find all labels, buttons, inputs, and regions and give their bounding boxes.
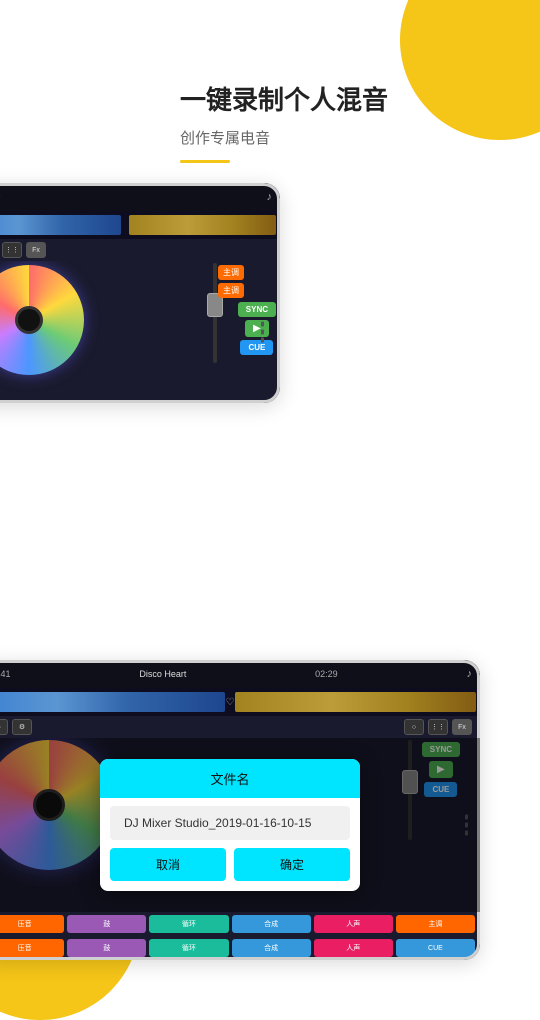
tablet-2-btn-xunhuan2[interactable]: 循环 xyxy=(149,939,228,957)
title-underline xyxy=(180,160,230,163)
tablet-2-time-right: 02:29 xyxy=(315,669,338,679)
dialog-confirm-btn[interactable]: 确定 xyxy=(234,848,350,881)
tablet-1-topbar: 02:29 ♪ xyxy=(0,183,280,211)
tablet-2-btn-gu2[interactable]: 鼓 xyxy=(67,939,146,957)
tablet-1-music-icon: ♪ xyxy=(267,191,273,203)
tablet-2-btn-gu[interactable]: 鼓 xyxy=(67,915,146,933)
tablet-2-controls: ◇ ⚙ ○ ⋮⋮ Fx xyxy=(0,716,480,738)
tablet-1-time: 02:29 xyxy=(0,192,1,202)
tablets-container: 02:29 ♪ ○ ⋮⋮ Fx xyxy=(0,183,540,960)
tablet-2-waveform: ♡ xyxy=(0,688,480,716)
tablet-1-main-area: 主调 主调 SYNC ▶ CUE xyxy=(0,261,280,403)
tablet-1-turntable[interactable] xyxy=(0,265,84,375)
tablet-1-turntable-center xyxy=(15,306,43,334)
tablet-1-controls: ○ ⋮⋮ Fx xyxy=(0,239,280,261)
page-content: 一键录制个人混音 创作专属电音 02:29 ♪ xyxy=(0,0,540,960)
tablet-1-turntable-disc xyxy=(0,265,84,375)
tablet-1-sync-btn[interactable]: SYNC xyxy=(238,302,276,317)
tablet-1-screen: 02:29 ♪ ○ ⋮⋮ Fx xyxy=(0,183,280,403)
tablet-2-waveform-left xyxy=(0,692,225,712)
tablet-2-bottom-row-2: 压音 鼓 循环 合成 人声 CUE xyxy=(0,936,480,960)
tablet-2-btn-hecheng[interactable]: 合成 xyxy=(232,915,311,933)
tablet-2-topbar: 03:41 Disco Heart 02:29 ♪ xyxy=(0,660,480,688)
tablet-1-right-controls: 主调 主调 SYNC ▶ CUE xyxy=(218,265,276,355)
tablet-2-btn-rensheng2[interactable]: 人声 xyxy=(314,939,393,957)
dialog-input[interactable]: DJ Mixer Studio_2019-01-16-10-15 xyxy=(110,806,350,840)
dialog-box: 文件名 DJ Mixer Studio_2019-01-16-10-15 取消 … xyxy=(100,759,360,891)
tablet-1-waveform xyxy=(0,211,280,239)
tablet-2-btn-hecheng2[interactable]: 合成 xyxy=(232,939,311,957)
tablet-2-btn-rensheng[interactable]: 人声 xyxy=(314,915,393,933)
tablet-2-screen: 03:41 Disco Heart 02:29 ♪ ♡ ◇ ⚙ xyxy=(0,660,480,960)
text-section: 一键录制个人混音 创作专属电音 xyxy=(0,0,540,183)
dialog-overlay: 文件名 DJ Mixer Studio_2019-01-16-10-15 取消 … xyxy=(0,738,480,912)
tablet-2-diamond-btn[interactable]: ◇ xyxy=(0,719,8,735)
tablet-1-play-btn[interactable]: ▶ xyxy=(245,320,269,337)
tablet-2-track-name: Disco Heart xyxy=(139,669,186,679)
tablet-2-btn-cue2[interactable]: CUE xyxy=(396,939,475,957)
dialog-cancel-btn[interactable]: 取消 xyxy=(110,848,226,881)
dialog-buttons: 取消 确定 xyxy=(110,848,350,881)
sub-title: 创作专属电音 xyxy=(180,127,500,148)
tablet-2-music-icon: ♪ xyxy=(466,668,472,680)
tablet-2-btn-xunhuan[interactable]: 循环 xyxy=(149,915,228,933)
tablet-1-main-btn-1[interactable]: 主调 xyxy=(218,265,244,280)
tablet-1-cue-btn[interactable]: CUE xyxy=(240,340,273,355)
tablet-2-circle-btn[interactable]: ○ xyxy=(404,719,424,735)
tablet-2-btn-zhudiao[interactable]: 主调 xyxy=(396,915,475,933)
tablet-1-fader-track xyxy=(213,263,217,363)
tablet-2-btn-yayin[interactable]: 压音 xyxy=(0,915,64,933)
tablet-1: 02:29 ♪ ○ ⋮⋮ Fx xyxy=(0,183,280,403)
tablet-2-gear-btn[interactable]: ⚙ xyxy=(12,719,32,735)
dialog-title: 文件名 xyxy=(100,759,360,798)
tablet-1-eq-btn[interactable]: ⋮⋮ xyxy=(2,242,22,258)
tablet-1-fx-btn[interactable]: Fx xyxy=(26,242,46,258)
tablet-1-waveform-right xyxy=(129,215,276,235)
tablet-1-main-btn-2[interactable]: 主调 xyxy=(218,283,244,298)
tablet-2-btn-yayin2[interactable]: 压音 xyxy=(0,939,64,957)
tablet-2-bottom-row-1: 压音 鼓 循环 合成 人声 主调 xyxy=(0,912,480,936)
tablet-2-waveform-right xyxy=(235,692,476,712)
tablet-1-waveform-left xyxy=(0,215,121,235)
tablet-2: 03:41 Disco Heart 02:29 ♪ ♡ ◇ ⚙ xyxy=(0,660,480,960)
tablet-2-main-area: SYNC ▶ CUE 文件名 DJ Mixer Stud xyxy=(0,738,480,912)
main-title: 一键录制个人混音 xyxy=(180,80,500,117)
tablet-2-time-left: 03:41 xyxy=(0,669,11,679)
tablet-2-fx-btn[interactable]: Fx xyxy=(452,719,472,735)
tablet-2-eq-btn[interactable]: ⋮⋮ xyxy=(428,719,448,735)
